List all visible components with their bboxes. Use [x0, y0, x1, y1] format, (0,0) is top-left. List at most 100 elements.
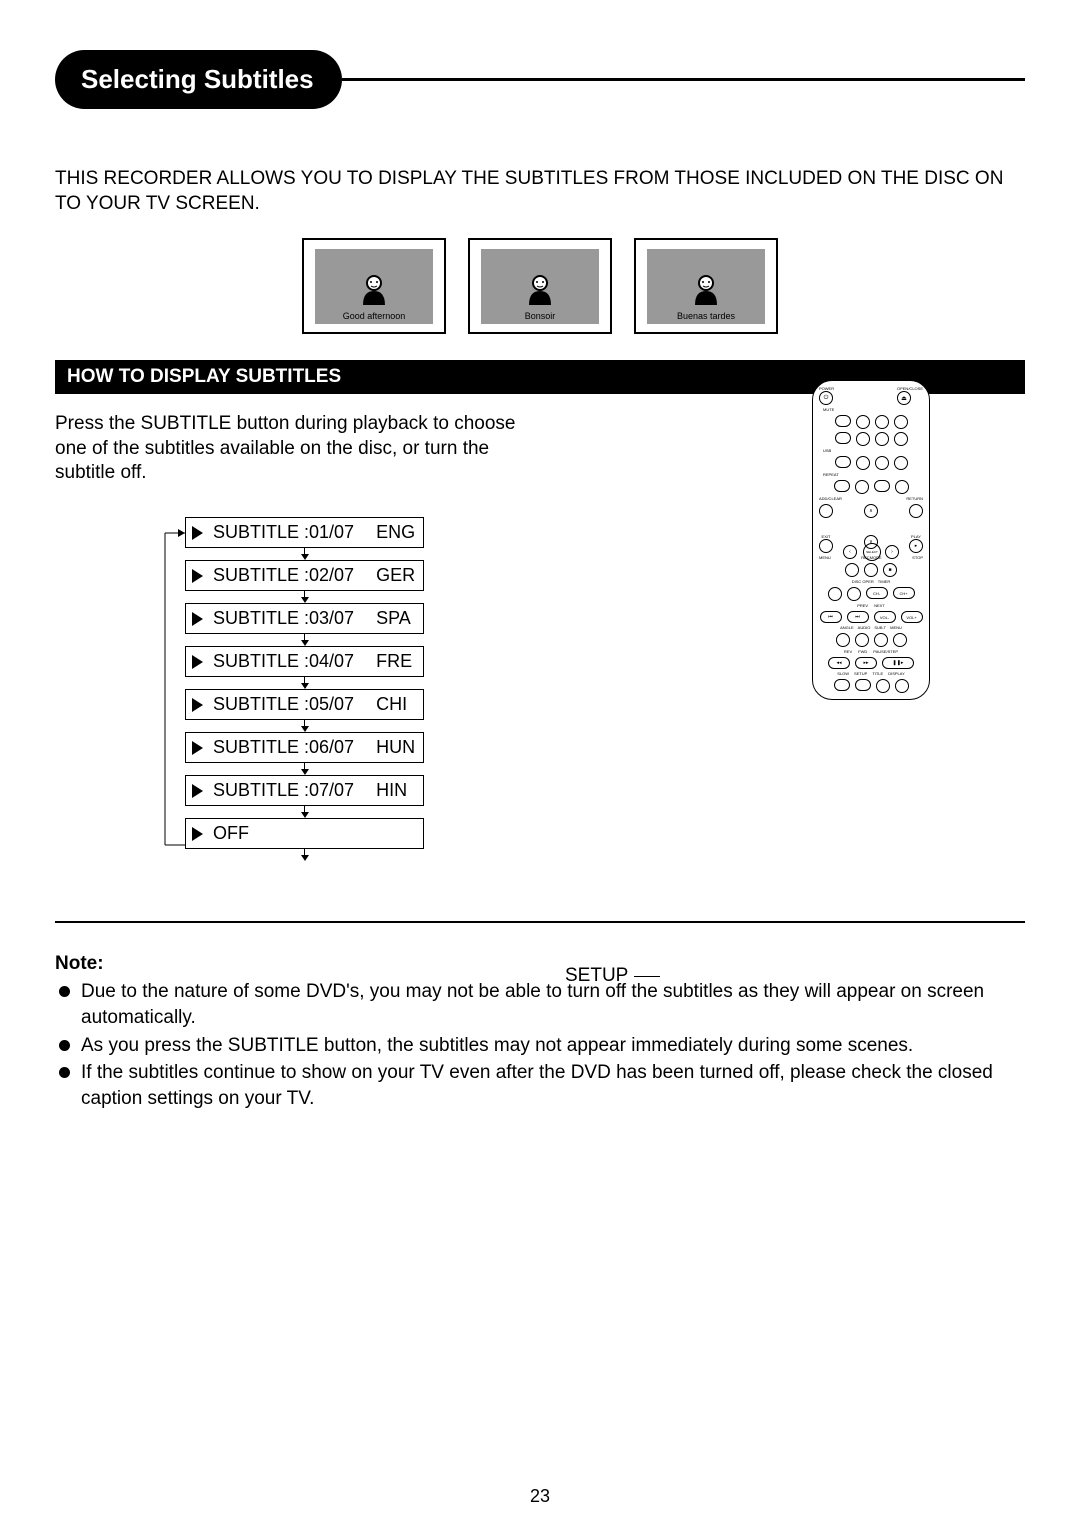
repeat-label: REPEAT — [823, 473, 839, 477]
subtitle-option: SUBTITLE :04/07 FRE — [185, 646, 424, 677]
stop-label: STOP — [912, 556, 923, 560]
callout-line-icon — [634, 976, 660, 977]
person-icon — [523, 271, 557, 305]
down-arrow-icon — [185, 548, 424, 560]
nav-pad: ‹ SELECT › — [843, 523, 899, 530]
power-label: POWER — [819, 387, 834, 391]
down-arrow-icon — [185, 849, 424, 861]
note-item: If the subtitles continue to show on you… — [77, 1060, 1025, 1111]
usb-label: USB — [823, 449, 831, 453]
fwd-label: FWD — [858, 650, 867, 654]
subtitle-lang: ENG — [376, 522, 415, 543]
remote-btn-icon — [845, 563, 859, 577]
mute-label: MUTE — [823, 408, 834, 412]
nav-left-icon: ‹ — [843, 545, 857, 559]
note-item: Due to the nature of some DVD's, you may… — [77, 979, 1025, 1030]
menu-label: MENU — [819, 556, 831, 560]
subtitle-list: SUBTITLE :01/07 ENG SUBTITLE :02/07 GER … — [185, 517, 424, 861]
subtitle-lang: GER — [376, 565, 415, 586]
tv-caption: Bonsoir — [525, 311, 556, 321]
next-label: NEXT — [874, 604, 885, 608]
prev-label: PREV — [857, 604, 868, 608]
remote-btn-icon — [894, 456, 908, 470]
remote-btn-icon — [875, 432, 889, 446]
audio-label: AUDIO — [858, 626, 871, 630]
return-label: RETURN — [906, 497, 923, 501]
stop-button-icon: ■ — [883, 563, 897, 577]
title-divider — [342, 78, 1025, 81]
tv-example: Good afternoon — [302, 238, 446, 334]
remote-btn-icon — [856, 432, 870, 446]
intro-paragraph: THIS RECORDER ALLOWS YOU TO DISPLAY THE … — [55, 167, 1025, 216]
setup-label: SETUP — [854, 672, 867, 676]
tv-caption: Good afternoon — [343, 311, 406, 321]
step-instruction: Press the SUBTITLE button during playbac… — [55, 412, 535, 485]
ch-minus-icon: CH- — [866, 587, 888, 599]
note-heading: Note: — [55, 953, 1025, 975]
remote-btn-icon — [895, 679, 909, 693]
play-triangle-icon — [192, 784, 203, 798]
menu2-label: MENU — [890, 626, 902, 630]
tv-screen: Good afternoon — [315, 249, 433, 324]
subtitle-lang: HIN — [376, 780, 407, 801]
remote-btn-icon — [834, 480, 850, 492]
openclose-label: OPEN/CLOSE — [897, 387, 923, 391]
subtitle-option: SUBTITLE :02/07 GER — [185, 560, 424, 591]
subtitle-lang: FRE — [376, 651, 412, 672]
remote-btn-icon — [895, 480, 909, 494]
slow-button-icon — [834, 679, 850, 691]
vol-plus-icon: VOL+ — [901, 611, 923, 623]
play-triangle-icon — [192, 698, 203, 712]
remote-btn-icon — [835, 415, 851, 427]
exit-label: EXIT — [819, 535, 833, 539]
play-triangle-icon — [192, 655, 203, 669]
remote-btn-icon — [835, 432, 851, 444]
remote-btn-icon — [819, 539, 833, 553]
rev-button-icon: ◂◂ — [828, 657, 850, 669]
remote-btn-icon — [856, 456, 870, 470]
subtitle-label: SUBTITLE :03/07 — [213, 608, 354, 629]
subtitle-label: SUBTITLE :04/07 — [213, 651, 354, 672]
down-arrow-icon — [185, 763, 424, 775]
play-triangle-icon — [192, 526, 203, 540]
subtitle-lang: CHI — [376, 694, 407, 715]
down-arrow-icon — [185, 677, 424, 689]
remote-btn-icon — [894, 432, 908, 446]
subtitle-option: SUBTITLE :03/07 SPA — [185, 603, 424, 634]
remote-btn-icon — [855, 633, 869, 647]
note-item: As you press the SUBTITLE button, the su… — [77, 1033, 1025, 1059]
subtitle-label: SUBTITLE :01/07 — [213, 522, 354, 543]
subtitle-label: SUBTITLE :02/07 — [213, 565, 354, 586]
subtitle-lang: HUN — [376, 737, 415, 758]
addclear-label: ADD/CLEAR — [819, 497, 842, 501]
title-btn-label: TITLE — [872, 672, 883, 676]
remote-btn-icon — [874, 480, 890, 492]
tv-caption: Buenas tardes — [677, 311, 735, 321]
remote-btn-icon — [855, 480, 869, 494]
play-triangle-icon — [192, 569, 203, 583]
display-label: DISPLAY — [888, 672, 905, 676]
page-title: Selecting Subtitles — [55, 50, 342, 109]
play-triangle-icon — [192, 612, 203, 626]
nav-right-icon: › — [885, 545, 899, 559]
play-label: PLAY — [909, 535, 923, 539]
flow-line-icon — [125, 517, 185, 851]
tv-screen: Buenas tardes — [647, 249, 765, 324]
subt-label: SUB.T — [874, 626, 886, 630]
tv-screen: Bonsoir — [481, 249, 599, 324]
setup-button-icon — [855, 679, 871, 691]
person-icon — [357, 271, 391, 305]
down-arrow-icon — [185, 591, 424, 603]
openclose-button-icon: ⏏ — [897, 391, 911, 405]
subtitle-option: SUBTITLE :07/07 HIN — [185, 775, 424, 806]
prev-button-icon: ⏮ — [820, 611, 842, 623]
ch-plus-icon: CH+ — [893, 587, 915, 599]
subtitle-off: OFF — [185, 818, 424, 849]
remote-btn-icon — [819, 504, 833, 518]
subtitle-option: SUBTITLE :05/07 CHI — [185, 689, 424, 720]
play-triangle-icon — [192, 827, 203, 841]
select-button-icon: SELECT — [863, 543, 881, 561]
note-list: Due to the nature of some DVD's, you may… — [55, 979, 1025, 1111]
angle-label: ANGLE — [840, 626, 854, 630]
rev-label: REV — [844, 650, 852, 654]
